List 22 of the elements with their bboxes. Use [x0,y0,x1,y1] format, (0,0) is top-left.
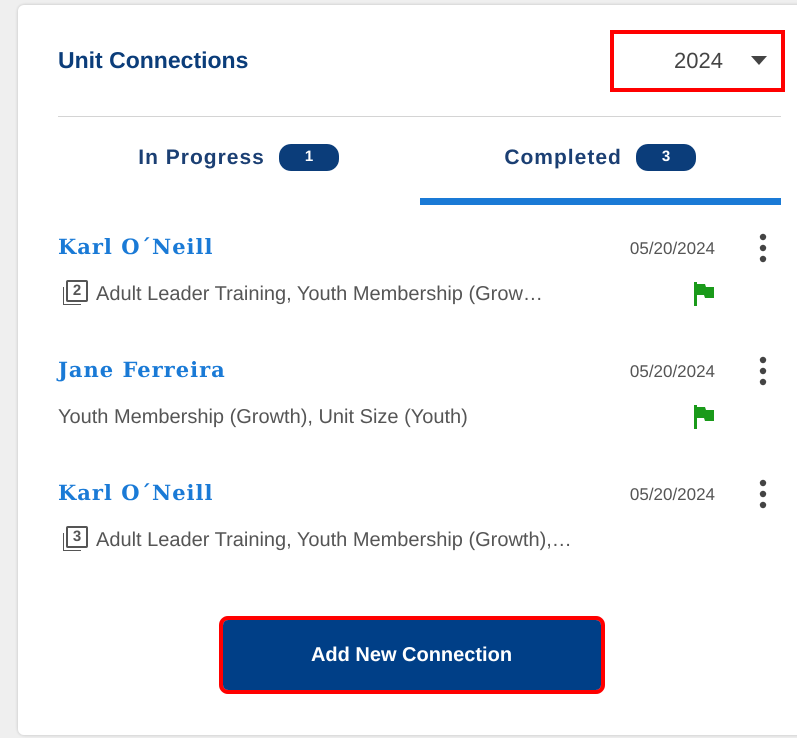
date-text: 05/20/2024 [630,361,715,383]
tab[interactable]: Completed 3 [420,117,781,205]
tab-label: Completed [504,144,622,171]
add-connection-button[interactable]: Add New Connection [222,620,600,690]
person-link[interactable]: Jane Ferreira [58,354,226,386]
date-text: 05/20/2024 [630,484,715,506]
connection-description: Youth Membership (Growth), Unit Size (Youth) [58,404,468,430]
count-badge: 3 [636,144,696,171]
year-dropdown[interactable]: 2024 [614,34,781,88]
tab[interactable]: In Progress 1 [58,117,420,205]
panel-title: Unit Connections [58,46,248,74]
person-link[interactable]: Karl O´Neill [58,231,214,262]
connection-description: Adult Leader Training, Youth Membership (Growth),… [96,528,572,552]
date-text: 05/20/2024 [630,238,715,260]
person-link[interactable]: Karl O´Neill [58,477,214,508]
more-vertical-icon [759,479,767,509]
caret-icon [751,56,767,65]
more-vertical-icon [759,356,767,386]
more-vertical-icon [759,233,767,263]
connection-description: Adult Leader Training, Youth Membership (Grow… [96,282,543,306]
count-badge: 1 [278,144,340,171]
tab-label: In Progress [138,144,265,171]
